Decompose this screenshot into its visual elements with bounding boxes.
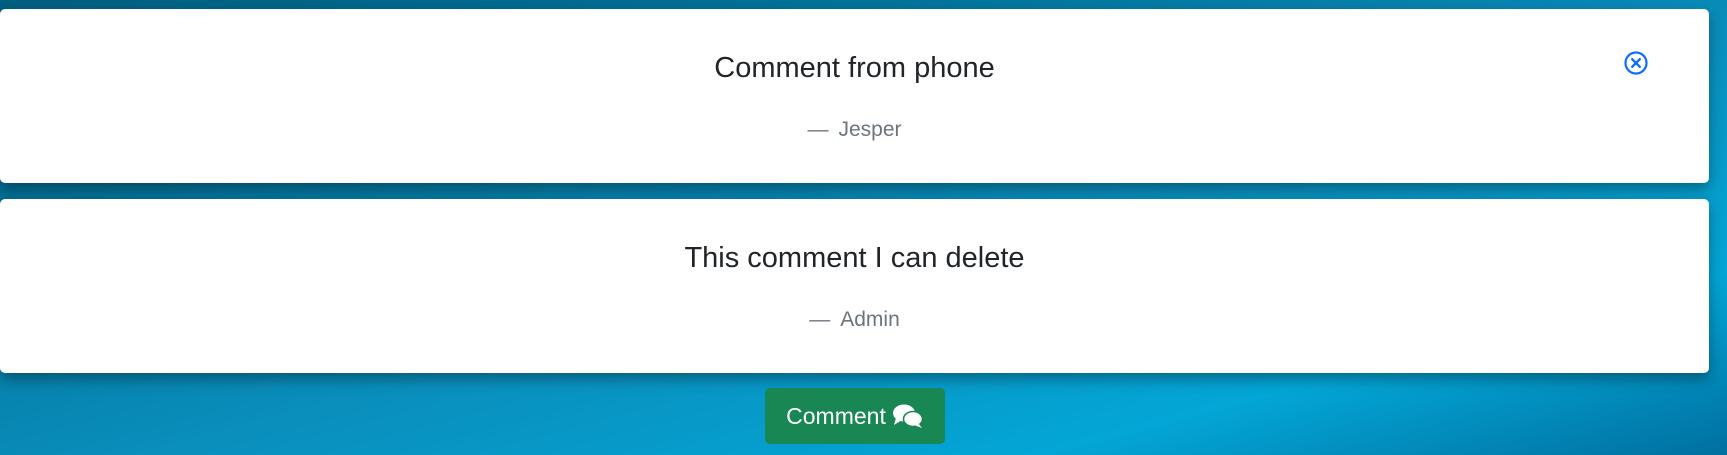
comment-card: This comment I can delete — Admin <box>0 199 1709 373</box>
comment-button-label: Comment <box>786 402 886 429</box>
delete-comment-button[interactable] <box>1623 50 1649 76</box>
close-circle-icon <box>1624 51 1648 75</box>
comment-author: — Admin <box>0 308 1709 332</box>
author-name: Jesper <box>838 118 902 141</box>
comment-button[interactable]: Comment <box>765 388 945 444</box>
comments-icon <box>892 404 924 428</box>
comment-card: Comment from phone — Jesper <box>0 9 1709 183</box>
author-name: Admin <box>840 308 900 331</box>
author-dash: — <box>807 118 829 141</box>
author-dash: — <box>809 308 831 331</box>
comment-author: — Jesper <box>0 118 1709 142</box>
comment-text: Comment from phone <box>714 52 995 84</box>
comment-text: This comment I can delete <box>684 242 1025 274</box>
